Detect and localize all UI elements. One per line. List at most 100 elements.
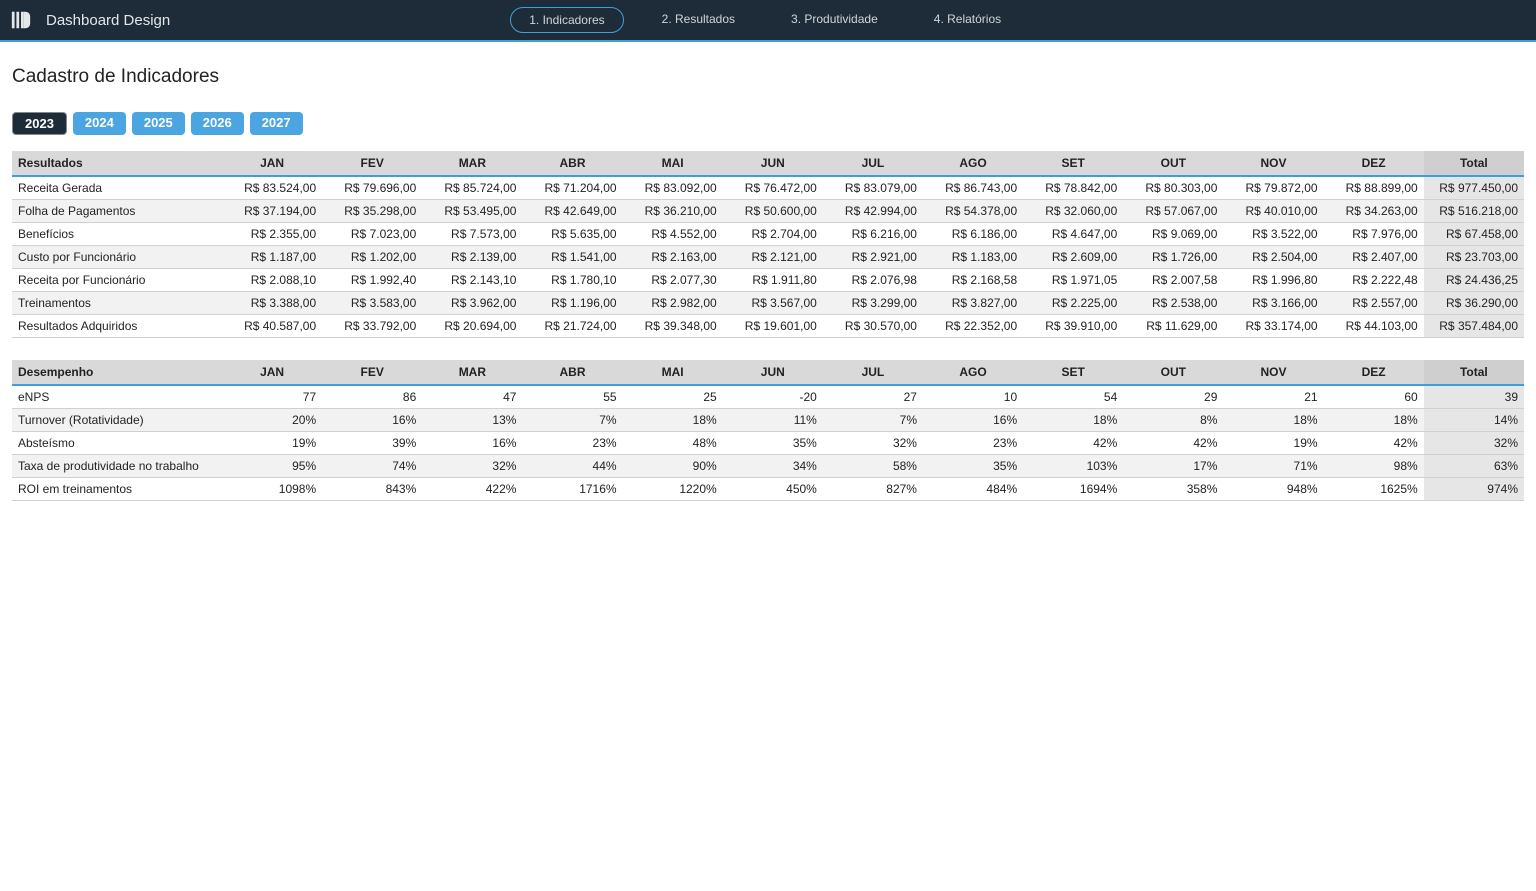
cell: 34%	[723, 455, 823, 478]
nav-item-2[interactable]: 3. Produtividade	[773, 7, 896, 33]
cell: R$ 7.573,00	[422, 223, 522, 246]
nav-item-0[interactable]: 1. Indicadores	[510, 7, 623, 33]
table-row: eNPS7786475525-2027105429216039	[12, 385, 1524, 409]
cell: R$ 76.472,00	[723, 176, 823, 200]
cell: R$ 2.538,00	[1123, 292, 1223, 315]
cell: 55	[522, 385, 622, 409]
year-tab-2026[interactable]: 2026	[191, 112, 244, 135]
cell: R$ 2.088,10	[222, 269, 322, 292]
col-header-out: OUT	[1123, 360, 1223, 385]
table-row: Receita GeradaR$ 83.524,00R$ 79.696,00R$…	[12, 176, 1524, 200]
cell: 18%	[1324, 409, 1424, 432]
cell: R$ 6.186,00	[923, 223, 1023, 246]
cell-total: 63%	[1424, 455, 1524, 478]
cell: 58%	[823, 455, 923, 478]
cell: 1716%	[522, 478, 622, 501]
cell: R$ 79.872,00	[1223, 176, 1323, 200]
cell: 35%	[923, 455, 1023, 478]
cell-total: R$ 36.290,00	[1424, 292, 1524, 315]
year-tab-2024[interactable]: 2024	[73, 112, 126, 135]
col-header-ago: AGO	[923, 151, 1023, 176]
year-tab-2027[interactable]: 2027	[250, 112, 303, 135]
cell: 25	[623, 385, 723, 409]
col-header-fev: FEV	[322, 360, 422, 385]
cell-total: R$ 24.436,25	[1424, 269, 1524, 292]
cell-total: R$ 516.218,00	[1424, 200, 1524, 223]
cell: R$ 79.696,00	[322, 176, 422, 200]
cell: R$ 1.202,00	[322, 246, 422, 269]
cell: R$ 7.976,00	[1324, 223, 1424, 246]
tables-container: ResultadosJANFEVMARABRMAIJUNJULAGOSETOUT…	[12, 151, 1524, 501]
cell: R$ 2.077,30	[623, 269, 723, 292]
cell: 484%	[923, 478, 1023, 501]
cell: R$ 1.726,00	[1123, 246, 1223, 269]
cell: R$ 4.647,00	[1023, 223, 1123, 246]
cell: R$ 2.557,00	[1324, 292, 1424, 315]
table-row: BenefíciosR$ 2.355,00R$ 7.023,00R$ 7.573…	[12, 223, 1524, 246]
table-row: Absteísmo19%39%16%23%48%35%32%23%42%42%1…	[12, 432, 1524, 455]
cell: R$ 7.023,00	[322, 223, 422, 246]
cell: 827%	[823, 478, 923, 501]
cell: R$ 3.583,00	[322, 292, 422, 315]
cell: R$ 71.204,00	[522, 176, 622, 200]
cell: R$ 9.069,00	[1123, 223, 1223, 246]
table-row: Folha de PagamentosR$ 37.194,00R$ 35.298…	[12, 200, 1524, 223]
col-header-jun: JUN	[723, 360, 823, 385]
col-header-jul: JUL	[823, 360, 923, 385]
row-label: Taxa de produtividade no trabalho	[12, 455, 222, 478]
cell: R$ 2.225,00	[1023, 292, 1123, 315]
cell: 23%	[923, 432, 1023, 455]
cell: R$ 2.407,00	[1324, 246, 1424, 269]
nav-item-1[interactable]: 2. Resultados	[644, 7, 753, 33]
table-1: DesempenhoJANFEVMARABRMAIJUNJULAGOSETOUT…	[12, 360, 1524, 501]
table-row: Resultados AdquiridosR$ 40.587,00R$ 33.7…	[12, 315, 1524, 338]
table-heading: Resultados	[12, 151, 222, 176]
cell: 10	[923, 385, 1023, 409]
table-row: Custo por FuncionárioR$ 1.187,00R$ 1.202…	[12, 246, 1524, 269]
row-label: Custo por Funcionário	[12, 246, 222, 269]
cell-total: R$ 357.484,00	[1424, 315, 1524, 338]
cell: 23%	[522, 432, 622, 455]
cell-total: R$ 977.450,00	[1424, 176, 1524, 200]
cell: R$ 2.007,58	[1123, 269, 1223, 292]
col-header-abr: ABR	[522, 360, 622, 385]
nav-item-3[interactable]: 4. Relatórios	[916, 7, 1019, 33]
cell: 17%	[1123, 455, 1223, 478]
cell: R$ 39.910,00	[1023, 315, 1123, 338]
table-heading: Desempenho	[12, 360, 222, 385]
row-label: Resultados Adquiridos	[12, 315, 222, 338]
year-tab-2025[interactable]: 2025	[132, 112, 185, 135]
year-tab-2023[interactable]: 2023	[12, 112, 67, 135]
cell: R$ 2.121,00	[723, 246, 823, 269]
cell: R$ 2.921,00	[823, 246, 923, 269]
cell: R$ 40.010,00	[1223, 200, 1323, 223]
cell: 32%	[823, 432, 923, 455]
cell: R$ 2.355,00	[222, 223, 322, 246]
page: Cadastro de Indicadores 2023202420252026…	[0, 42, 1536, 501]
cell: R$ 3.522,00	[1223, 223, 1323, 246]
col-header-dez: DEZ	[1324, 360, 1424, 385]
col-header-jul: JUL	[823, 151, 923, 176]
col-header-jan: JAN	[222, 151, 322, 176]
cell: 29	[1123, 385, 1223, 409]
row-label: Turnover (Rotatividade)	[12, 409, 222, 432]
cell: 948%	[1223, 478, 1323, 501]
col-header-ago: AGO	[923, 360, 1023, 385]
cell: R$ 54.378,00	[923, 200, 1023, 223]
cell: 843%	[322, 478, 422, 501]
cell: R$ 80.303,00	[1123, 176, 1223, 200]
row-label: Folha de Pagamentos	[12, 200, 222, 223]
cell: R$ 1.780,10	[522, 269, 622, 292]
table-row: Taxa de produtividade no trabalho95%74%3…	[12, 455, 1524, 478]
cell: 74%	[322, 455, 422, 478]
cell: 19%	[222, 432, 322, 455]
row-label: Receita por Funcionário	[12, 269, 222, 292]
year-tabs: 2023 2024 2025 2026 2027	[12, 112, 1524, 135]
cell: 32%	[422, 455, 522, 478]
cell: R$ 30.570,00	[823, 315, 923, 338]
cell: R$ 1.911,80	[723, 269, 823, 292]
cell: 54	[1023, 385, 1123, 409]
cell: R$ 86.743,00	[923, 176, 1023, 200]
cell: R$ 3.299,00	[823, 292, 923, 315]
cell: R$ 11.629,00	[1123, 315, 1223, 338]
